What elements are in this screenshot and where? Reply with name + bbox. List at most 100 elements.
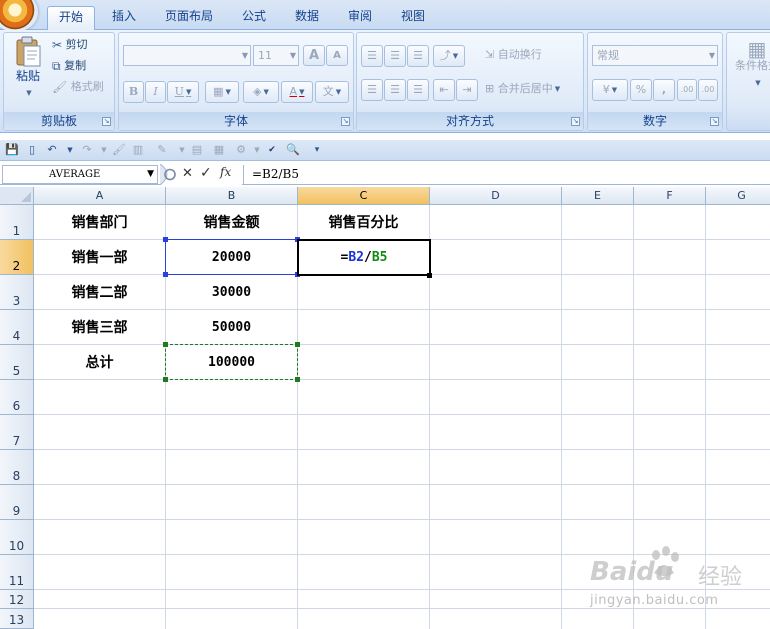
decrease-indent-button[interactable]: ⇤ (433, 79, 455, 101)
bold-button[interactable]: B (123, 81, 144, 103)
comma-button[interactable]: , (653, 79, 675, 101)
wrap-text-button[interactable]: ⇲ 自动换行 (485, 45, 575, 67)
cell-a2[interactable]: 销售一部 (34, 240, 165, 274)
cell-b5[interactable]: 100000 (166, 345, 297, 379)
row-header-7[interactable]: 7 (0, 415, 34, 450)
save-icon[interactable]: 💾 (5, 143, 19, 157)
currency-button[interactable]: ¥ ▼ (592, 79, 628, 101)
align-middle-button[interactable]: ☰ (384, 45, 406, 67)
tab-home[interactable]: 开始 (47, 6, 95, 31)
chart-icon[interactable]: ▥ (131, 143, 145, 157)
cancel-icon[interactable]: ✕ (182, 166, 193, 181)
column-header-a[interactable]: A (34, 187, 166, 205)
row-header-11[interactable]: 11 (0, 555, 34, 590)
row-header-10[interactable]: 10 (0, 520, 34, 555)
cell-b1[interactable]: 销售金额 (166, 205, 297, 239)
italic-button[interactable]: I (145, 81, 166, 103)
cell-a4[interactable]: 销售三部 (34, 310, 165, 344)
column-header-b[interactable]: B (166, 187, 298, 205)
tab-view[interactable]: 视图 (393, 6, 433, 30)
row-header-4[interactable]: 4 (0, 310, 34, 345)
tab-review[interactable]: 审阅 (340, 6, 380, 30)
new-document-icon[interactable]: ▯ (25, 143, 39, 157)
tab-formulas[interactable]: 公式 (234, 6, 274, 30)
name-box[interactable]: AVERAGE ▼ (2, 165, 158, 184)
alignment-launcher-icon[interactable]: ↘ (571, 117, 580, 126)
column-header-c[interactable]: C (298, 187, 430, 205)
copy-button[interactable]: ⧉ 复制 (52, 57, 112, 75)
borders-button[interactable]: ▦ ▼ (205, 81, 239, 103)
align-left-button[interactable]: ☰ (361, 79, 383, 101)
font-size-combo[interactable]: 11 ▼ (253, 45, 299, 66)
formula-input[interactable]: =B2/B5 (243, 165, 768, 184)
align-center-button[interactable]: ☰ (384, 79, 406, 101)
worksheet-grid[interactable]: A B C D E F G 1 2 3 4 5 6 7 8 9 10 11 12… (0, 187, 770, 629)
cell-b4[interactable]: 50000 (166, 310, 297, 344)
shrink-font-button[interactable]: A (326, 45, 348, 66)
align-bottom-button[interactable]: ☰ (407, 45, 429, 67)
cell-c1[interactable]: 销售百分比 (298, 205, 429, 239)
undo-dropdown-icon[interactable]: ▼ (63, 143, 77, 157)
active-cell-c2[interactable]: = B2/B5 (297, 239, 431, 276)
insert-function-icon[interactable]: fx (220, 165, 231, 179)
tab-page-layout[interactable]: 页面布局 (158, 6, 220, 30)
orientation-button[interactable]: ⤴ ▼ (433, 45, 465, 67)
column-header-f[interactable]: F (634, 187, 706, 205)
row-header-5[interactable]: 5 (0, 345, 34, 380)
clipboard-launcher-icon[interactable]: ↘ (102, 117, 111, 126)
cell-b2[interactable]: 20000 (166, 240, 297, 274)
drawing-dropdown-icon[interactable]: ▼ (175, 143, 189, 157)
undo-icon[interactable]: ↶ (45, 143, 59, 157)
increase-indent-button[interactable]: ⇥ (456, 79, 478, 101)
form-icon[interactable]: ▤ (190, 143, 204, 157)
row-header-8[interactable]: 8 (0, 450, 34, 485)
fill-color-button[interactable]: ◈ ▼ (243, 81, 279, 103)
enter-icon[interactable]: ✓ (200, 165, 212, 181)
decrease-decimal-button[interactable]: .00 (698, 79, 718, 101)
cell-a5[interactable]: 总计 (34, 345, 165, 379)
number-format-combo[interactable]: 常规 ▼ (592, 45, 718, 66)
paste-button[interactable]: 粘贴 ▼ (8, 35, 48, 107)
align-right-button[interactable]: ☰ (407, 79, 429, 101)
font-name-combo[interactable]: ▼ (123, 45, 251, 66)
merge-center-button[interactable]: ⊞ 合并后居中 ▼ (485, 79, 581, 101)
phonetic-button[interactable]: 文 ▼ (315, 81, 349, 103)
customize-toolbar-icon[interactable]: ▾ (310, 143, 324, 157)
tab-insert[interactable]: 插入 (102, 6, 146, 30)
row-header-9[interactable]: 9 (0, 485, 34, 520)
grow-font-button[interactable]: A (303, 45, 325, 66)
spelling-icon[interactable]: ✔ (265, 143, 279, 157)
column-header-e[interactable]: E (562, 187, 634, 205)
column-header-g[interactable]: G (706, 187, 770, 205)
increase-decimal-button[interactable]: .00 (677, 79, 697, 101)
select-all-button[interactable] (0, 187, 34, 205)
cell-c2-editor[interactable]: = B2/B5 (299, 241, 429, 274)
percent-button[interactable]: % (630, 79, 652, 101)
underline-button[interactable]: U ▼ (167, 81, 199, 103)
drawing-icon[interactable]: ✎ (155, 143, 169, 157)
row-header-12[interactable]: 12 (0, 590, 34, 609)
print-preview-icon[interactable]: 🔍 (286, 143, 300, 157)
office-button[interactable] (0, 0, 38, 32)
tab-data[interactable]: 数据 (287, 6, 327, 30)
table-icon[interactable]: ▦ (212, 143, 226, 157)
camera-dropdown-icon[interactable]: ▼ (250, 143, 264, 157)
paste-dropdown-icon[interactable]: ▼ (10, 83, 48, 103)
redo-icon[interactable]: ↷ (80, 143, 94, 157)
row-header-6[interactable]: 6 (0, 380, 34, 415)
conditional-format-button[interactable]: ▦ 条件格式 ▼ (729, 39, 770, 97)
cell-a3[interactable]: 销售二部 (34, 275, 165, 309)
align-top-button[interactable]: ☰ (361, 45, 383, 67)
font-launcher-icon[interactable]: ↘ (341, 117, 350, 126)
camera-icon[interactable]: ⚙ (234, 143, 248, 157)
row-header-1[interactable]: 1 (0, 205, 34, 240)
cell-b3[interactable]: 30000 (166, 275, 297, 309)
font-color-button[interactable]: A ▼ (281, 81, 313, 103)
format-painter-button[interactable]: 🖌 格式刷 (52, 78, 114, 96)
redo-dropdown-icon[interactable]: ▼ (97, 143, 111, 157)
row-header-3[interactable]: 3 (0, 275, 34, 310)
cell-a1[interactable]: 销售部门 (34, 205, 165, 239)
row-header-2[interactable]: 2 (0, 240, 34, 275)
cut-button[interactable]: ✂ 剪切 (52, 36, 112, 54)
column-header-d[interactable]: D (430, 187, 562, 205)
